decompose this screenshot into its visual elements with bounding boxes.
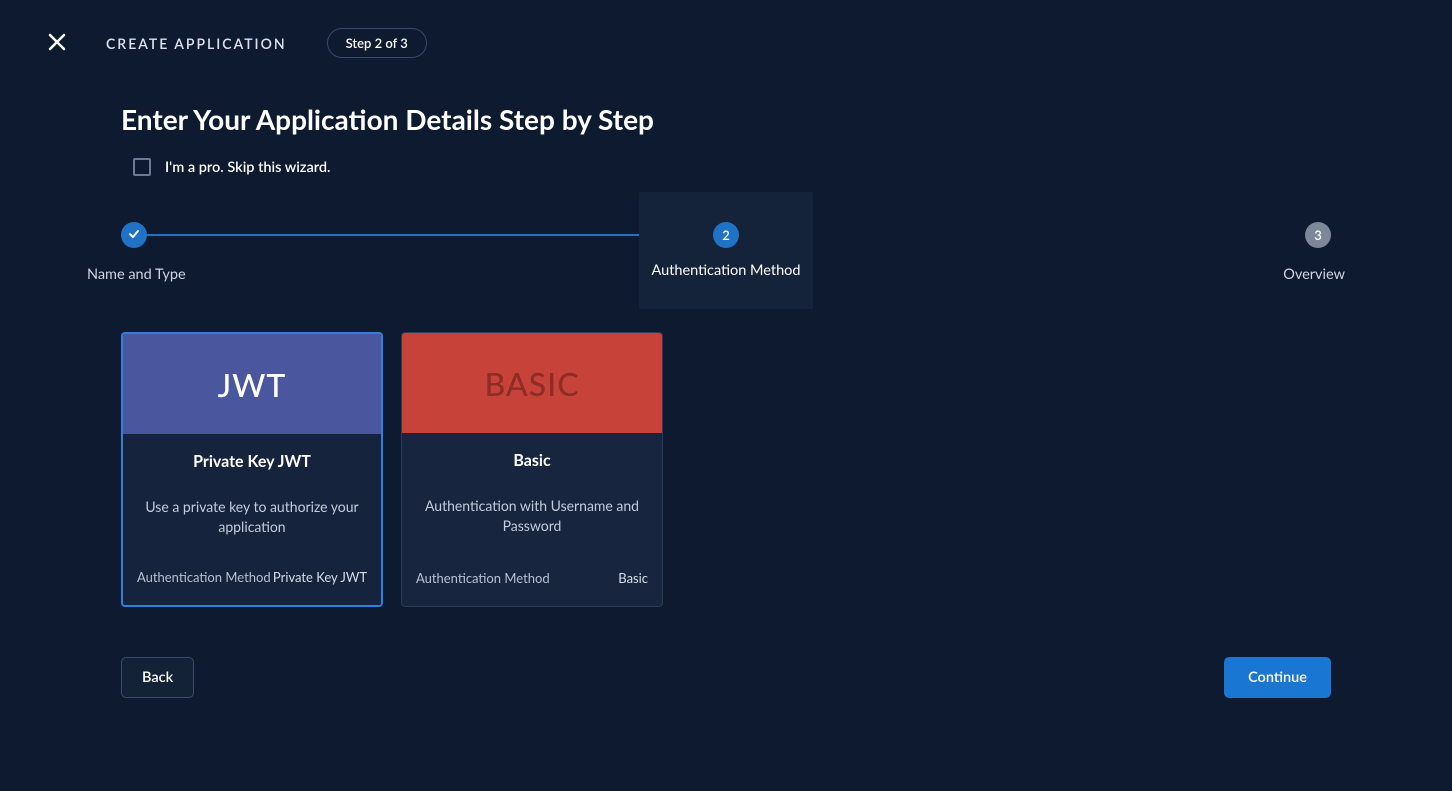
step-indicator-pill: Step 2 of 3 (327, 28, 427, 58)
page-title: Enter Your Application Details Step by S… (121, 102, 1331, 136)
page-header-title: CREATE APPLICATION (106, 35, 287, 52)
step-1-label: Name and Type (87, 266, 186, 283)
check-icon (127, 227, 141, 244)
stepper-connector-1 (147, 234, 639, 236)
step-2-label: Authentication Method (651, 262, 800, 279)
skip-wizard-checkbox[interactable] (133, 158, 151, 176)
step-2-circle[interactable]: 2 (713, 222, 739, 248)
card-meta-label-jwt: Authentication Method (137, 569, 271, 585)
step-3-number: 3 (1314, 227, 1322, 243)
card-title-jwt: Private Key JWT (137, 452, 367, 471)
skip-wizard-label[interactable]: I'm a pro. Skip this wizard. (165, 159, 331, 176)
card-hero-jwt: JWT (123, 334, 381, 434)
back-button[interactable]: Back (121, 657, 194, 698)
card-meta-value-basic: Basic (618, 570, 648, 586)
continue-button[interactable]: Continue (1224, 657, 1331, 698)
step-2-number: 2 (722, 227, 730, 243)
card-hero-basic: BASIC (402, 333, 662, 433)
stepper: Name and Type 2 Authentication Method 3 … (121, 222, 1331, 322)
step-3-circle[interactable]: 3 (1305, 222, 1331, 248)
auth-method-card-basic[interactable]: BASIC Basic Authentication with Username… (401, 332, 663, 607)
card-title-basic: Basic (416, 451, 648, 470)
step-1-circle[interactable] (121, 222, 147, 248)
card-meta-label-basic: Authentication Method (416, 570, 550, 586)
card-desc-jwt: Use a private key to authorize your appl… (137, 497, 367, 537)
auth-method-card-jwt[interactable]: JWT Private Key JWT Use a private key to… (121, 332, 383, 607)
card-desc-basic: Authentication with Username and Passwor… (416, 496, 648, 536)
card-meta-value-jwt: Private Key JWT (273, 569, 367, 585)
close-button[interactable] (48, 33, 66, 54)
stepper-connector-2 (813, 234, 1305, 236)
step-3-label: Overview (1283, 266, 1345, 283)
close-icon (48, 33, 66, 54)
